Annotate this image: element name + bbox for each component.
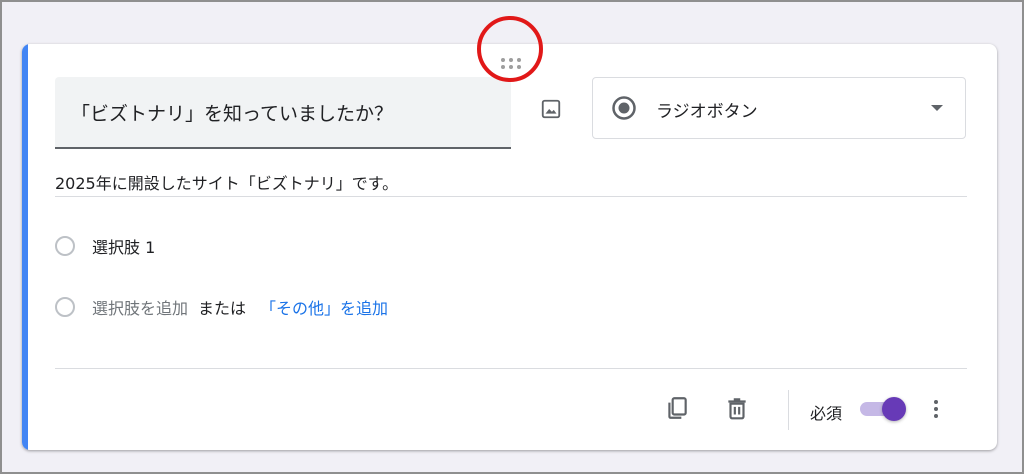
option-row[interactable]: 選択肢 1	[55, 233, 155, 259]
or-text: または	[198, 299, 247, 318]
radio-empty-icon	[55, 236, 75, 256]
annotation-circle	[477, 16, 543, 82]
radio-button-icon	[612, 96, 636, 120]
trash-icon[interactable]	[724, 395, 750, 421]
add-other-button[interactable]: 「その他」を追加	[260, 295, 388, 319]
card-focus-accent	[22, 44, 28, 450]
question-card[interactable]: 「ビズトナリ」を知っていましたか？ ラジオボタン 2025年に開設したサイト「ビ…	[22, 44, 997, 450]
image-icon[interactable]	[540, 98, 562, 120]
question-description-field[interactable]: 2025年に開設したサイト「ビズトナリ」です。	[55, 170, 967, 197]
radio-empty-icon	[55, 297, 75, 317]
copy-icon[interactable]	[664, 395, 690, 421]
screenshot-frame: 「ビズトナリ」を知っていましたか？ ラジオボタン 2025年に開設したサイト「ビ…	[0, 0, 1024, 474]
toggle-thumb	[882, 397, 906, 421]
question-title-field[interactable]: 「ビズトナリ」を知っていましたか？	[55, 77, 511, 149]
required-toggle[interactable]	[860, 397, 908, 421]
option-label[interactable]: 選択肢 1	[92, 234, 155, 258]
footer-vertical-divider	[788, 390, 789, 430]
question-title-text: 「ビズトナリ」を知っていましたか？	[71, 103, 394, 125]
question-type-label: ラジオボタン	[656, 102, 758, 122]
required-label: 必須	[810, 404, 843, 423]
footer-divider	[55, 368, 967, 369]
more-vert-icon[interactable]	[930, 396, 942, 422]
question-type-select[interactable]: ラジオボタン	[592, 77, 966, 139]
add-option-input[interactable]: 選択肢を追加	[92, 295, 188, 319]
dropdown-arrow-icon	[931, 105, 943, 111]
add-option-row: 選択肢を追加 または 「その他」を追加	[55, 294, 388, 320]
